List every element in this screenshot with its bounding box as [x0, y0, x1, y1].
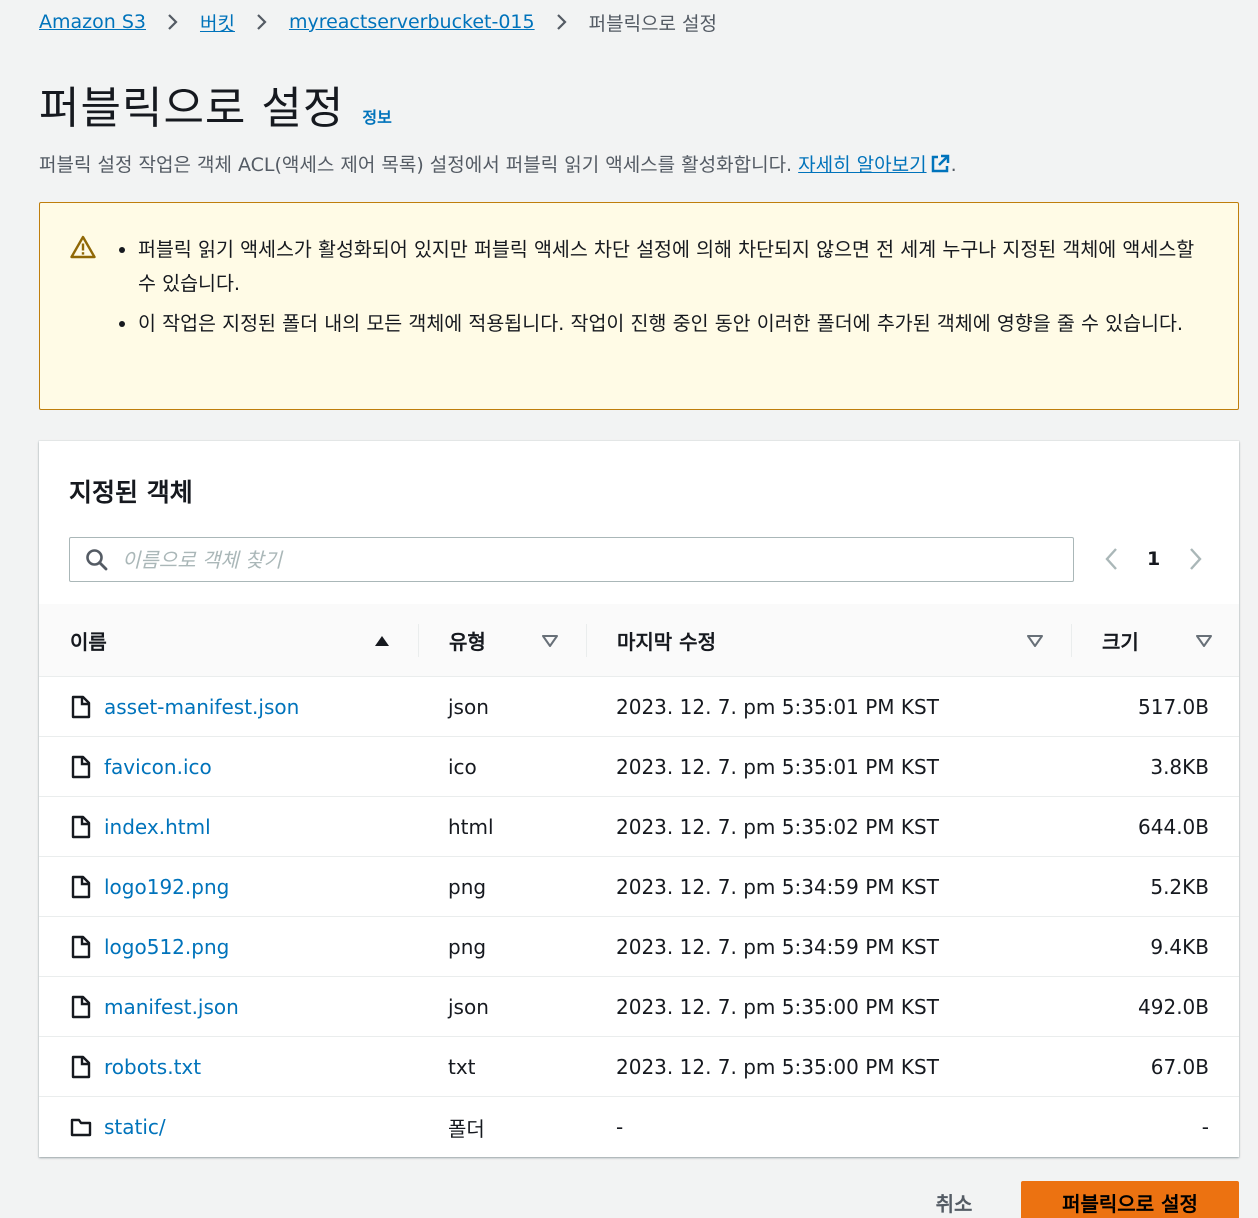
warning-icon [70, 235, 96, 259]
breadcrumb: Amazon S3 버킷 myreactserverbucket-015 퍼블릭… [39, 8, 717, 36]
sort-ascending-icon[interactable] [373, 632, 391, 650]
object-type: ico [448, 755, 477, 779]
pagination: 1 [1099, 541, 1208, 577]
warning-item: 퍼블릭 읽기 액세스가 활성화되어 있지만 퍼블릭 액세스 차단 설정에 의해 … [138, 233, 1208, 301]
object-type: txt [448, 1055, 476, 1079]
column-divider[interactable] [586, 624, 587, 657]
object-modified: 2023. 12. 7. pm 5:34:59 PM KST [616, 875, 939, 899]
object-modified: 2023. 12. 7. pm 5:35:01 PM KST [616, 755, 939, 779]
object-size: 9.4KB [1150, 935, 1209, 959]
object-type: 폴더 [448, 1116, 485, 1141]
file-icon [71, 935, 91, 959]
object-name-link[interactable]: static/ [104, 1115, 166, 1139]
table-row: static/ 폴더 - - [39, 1097, 1239, 1157]
object-name-link[interactable]: index.html [104, 815, 211, 839]
breadcrumb-link-bucket[interactable]: myreactserverbucket-015 [289, 11, 535, 33]
breadcrumb-link-s3[interactable]: Amazon S3 [39, 11, 146, 33]
object-size: 5.2KB [1150, 875, 1209, 899]
table-row: logo192.png png 2023. 12. 7. pm 5:34:59 … [39, 857, 1239, 917]
table-row: favicon.ico ico 2023. 12. 7. pm 5:35:01 … [39, 737, 1239, 797]
table-row: asset-manifest.json json 2023. 12. 7. pm… [39, 677, 1239, 737]
folder-icon [70, 1118, 92, 1137]
object-modified: 2023. 12. 7. pm 5:35:02 PM KST [616, 815, 939, 839]
object-size: 67.0B [1150, 1055, 1209, 1079]
object-size: 3.8KB [1150, 755, 1209, 779]
cancel-button[interactable]: 취소 [912, 1186, 996, 1218]
column-header-size[interactable]: 크기 [1102, 604, 1139, 677]
breadcrumb-current: 퍼블릭으로 설정 [588, 12, 718, 35]
chevron-right-icon [164, 13, 182, 31]
learn-more-label: 자세히 알아보기 [798, 154, 927, 176]
info-link[interactable]: 정보 [362, 104, 391, 128]
description-period: . [950, 154, 957, 176]
file-icon [71, 995, 91, 1019]
object-name-link[interactable]: logo512.png [104, 935, 229, 959]
object-type: json [448, 695, 489, 719]
object-type: png [448, 935, 487, 959]
column-divider[interactable] [1071, 624, 1072, 657]
table-row: index.html html 2023. 12. 7. pm 5:35:02 … [39, 797, 1239, 857]
object-modified: 2023. 12. 7. pm 5:35:00 PM KST [616, 1055, 939, 1079]
next-page-button[interactable] [1182, 546, 1208, 572]
column-header-name[interactable]: 이름 [70, 604, 107, 677]
file-icon [71, 875, 91, 899]
sort-caret-down-icon[interactable] [1026, 632, 1044, 650]
breadcrumb-link-buckets[interactable]: 버킷 [200, 9, 235, 36]
search-icon [86, 548, 108, 570]
description-text: 퍼블릭 설정 작업은 객체 ACL(액세스 제어 목록) 설정에서 퍼블릭 읽기… [39, 154, 793, 176]
object-type: html [448, 815, 494, 839]
file-icon [71, 1055, 91, 1079]
table-header: 이름 유형 마지막 수정 크기 [39, 604, 1239, 677]
chevron-right-icon [253, 13, 271, 31]
learn-more-link[interactable]: 자세히 알아보기 [798, 154, 950, 176]
file-icon [71, 755, 91, 779]
objects-table: 이름 유형 마지막 수정 크기 asset-manifest.json json… [39, 604, 1239, 1157]
chevron-right-icon [1190, 548, 1202, 570]
specified-objects-panel: 지정된 객체 1 이름 유형 마지막 수정 크기 [39, 441, 1239, 1157]
warning-list: 퍼블릭 읽기 액세스가 활성화되어 있지만 퍼블릭 액세스 차단 설정에 의해 … [138, 233, 1208, 347]
table-row: logo512.png png 2023. 12. 7. pm 5:34:59 … [39, 917, 1239, 977]
table-body: asset-manifest.json json 2023. 12. 7. pm… [39, 677, 1239, 1157]
file-icon [71, 815, 91, 839]
make-public-button[interactable]: 퍼블릭으로 설정 [1021, 1181, 1239, 1218]
previous-page-button[interactable] [1099, 546, 1125, 572]
object-size: 644.0B [1138, 815, 1209, 839]
object-modified: 2023. 12. 7. pm 5:34:59 PM KST [616, 935, 939, 959]
page-header: 퍼블릭으로 설정 정보 [39, 72, 392, 136]
column-header-modified[interactable]: 마지막 수정 [617, 604, 716, 677]
panel-title: 지정된 객체 [69, 478, 193, 507]
object-name-link[interactable]: logo192.png [104, 875, 229, 899]
sort-caret-down-icon[interactable] [1195, 632, 1213, 650]
object-size: - [1201, 1115, 1209, 1139]
table-row: manifest.json json 2023. 12. 7. pm 5:35:… [39, 977, 1239, 1037]
sort-caret-down-icon[interactable] [541, 632, 559, 650]
object-size: 492.0B [1138, 995, 1209, 1019]
chevron-right-icon [553, 13, 571, 31]
page-description: 퍼블릭 설정 작업은 객체 ACL(액세스 제어 목록) 설정에서 퍼블릭 읽기… [39, 150, 957, 177]
object-type: json [448, 995, 489, 1019]
search-box [69, 537, 1074, 582]
table-row: robots.txt txt 2023. 12. 7. pm 5:35:00 P… [39, 1037, 1239, 1097]
object-modified: 2023. 12. 7. pm 5:35:00 PM KST [616, 995, 939, 1019]
column-divider[interactable] [418, 624, 419, 657]
page-title: 퍼블릭으로 설정 [39, 83, 345, 134]
object-name-link[interactable]: asset-manifest.json [104, 695, 299, 719]
column-header-type[interactable]: 유형 [449, 604, 486, 677]
warning-alert: 퍼블릭 읽기 액세스가 활성화되어 있지만 퍼블릭 액세스 차단 설정에 의해 … [39, 202, 1239, 410]
object-name-link[interactable]: robots.txt [104, 1055, 201, 1079]
external-link-icon [931, 154, 949, 173]
object-modified: 2023. 12. 7. pm 5:35:01 PM KST [616, 695, 939, 719]
current-page-number[interactable]: 1 [1147, 548, 1160, 570]
object-name-link[interactable]: favicon.ico [104, 755, 212, 779]
chevron-left-icon [1105, 548, 1117, 570]
object-type: png [448, 875, 487, 899]
file-icon [71, 695, 91, 719]
object-name-link[interactable]: manifest.json [104, 995, 239, 1019]
object-size: 517.0B [1138, 695, 1209, 719]
warning-item: 이 작업은 지정된 폴더 내의 모든 객체에 적용됩니다. 작업이 진행 중인 … [138, 307, 1208, 341]
object-modified: - [616, 1115, 624, 1139]
search-input[interactable] [122, 547, 1073, 572]
